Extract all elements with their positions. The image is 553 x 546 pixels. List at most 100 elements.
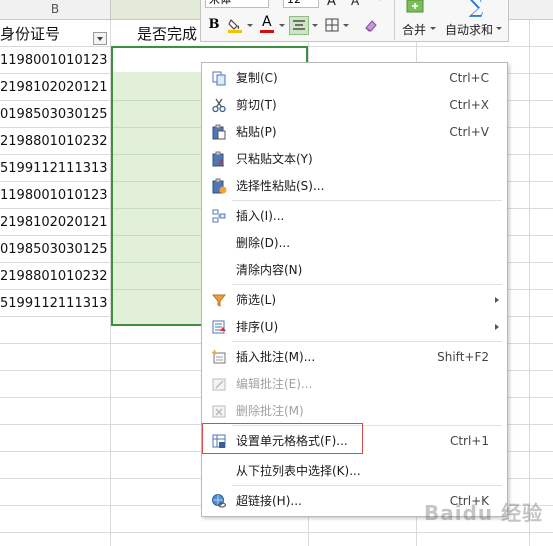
menu-item-delete[interactable]: 删除(D)... (202, 231, 507, 255)
menu-item-sort[interactable]: 排序(U) (202, 315, 507, 339)
menu-separator (232, 341, 502, 342)
menu-item-paste-special[interactable]: 选择性粘贴(S)... (202, 174, 507, 198)
menu-item-label: 选择性粘贴(S)... (236, 179, 325, 193)
delete-comment-icon (211, 403, 227, 419)
menu-item-label: 插入批注(M)... (236, 350, 316, 364)
menu-item-shortcut: Ctrl+1 (449, 434, 489, 448)
more-button[interactable] (371, 0, 384, 4)
chevron-down-icon[interactable] (247, 24, 253, 27)
menu-item-edit-comment: 编辑批注(E)... (202, 372, 507, 396)
highlight-annotation (202, 423, 363, 454)
id-cell[interactable]: 2198102020121 (0, 74, 108, 101)
filter-icon (211, 292, 227, 308)
menu-item-shortcut: Ctrl+C (449, 71, 489, 85)
align-center-button[interactable] (289, 16, 309, 35)
id-cell[interactable]: 0198503030125 (0, 101, 108, 128)
chevron-down-icon[interactable] (343, 24, 349, 27)
borders-button[interactable] (324, 17, 340, 33)
menu-item-filter[interactable]: 筛选(L) (202, 288, 507, 312)
status-column-header-cell[interactable]: 是否完成 (137, 20, 207, 48)
menu-item-label: 清除内容(N) (236, 263, 303, 277)
eraser-icon (365, 20, 377, 32)
chevron-down-icon[interactable] (312, 24, 318, 27)
menu-item-insert-comment[interactable]: 插入批注(M)... Shift+F2 (202, 345, 507, 369)
menu-item-label: 超链接(H)... (236, 494, 302, 508)
menu-item-label: 粘贴(P) (236, 125, 277, 139)
paste-text-icon: A (211, 151, 227, 169)
grid-line (529, 20, 530, 546)
chevron-down-icon[interactable] (496, 27, 502, 30)
svg-text:A: A (218, 159, 225, 167)
menu-item-insert[interactable]: 插入(I)... (202, 204, 507, 228)
clear-format-button[interactable] (363, 17, 379, 33)
menu-separator (232, 485, 502, 486)
id-column-header-cell[interactable]: 身份证号 (0, 20, 92, 48)
mini-format-toolbar: 宋体 12 A A B A (200, 0, 509, 42)
menu-item-label: 复制(C) (236, 71, 278, 85)
watermark-logo: Baidu 经验 (424, 501, 544, 525)
sparkle-icon (378, 0, 380, 1)
menu-item-clear-contents[interactable]: 清除内容(N) (202, 258, 507, 282)
menu-item-label: 编辑批注(E)... (236, 377, 313, 391)
chevron-right-icon (495, 297, 499, 303)
font-size-combo[interactable]: 12 (283, 0, 319, 8)
chevron-down-icon[interactable] (279, 24, 285, 27)
menu-item-copy[interactable]: 复制(C) Ctrl+C (202, 66, 507, 90)
paint-bucket-icon (228, 19, 242, 33)
filter-dropdown-button[interactable] (93, 32, 107, 45)
grid-line (0, 532, 553, 533)
cut-icon (211, 97, 227, 113)
merge-cells-icon (406, 0, 424, 14)
insert-comment-icon (211, 349, 227, 365)
menu-item-pick-from-list[interactable]: 从下拉列表中选择(K)... (202, 459, 507, 483)
menu-item-delete-comment: 删除批注(M) (202, 399, 507, 423)
menu-separator (232, 284, 502, 285)
bold-button[interactable]: B (206, 17, 222, 33)
menu-item-label: 筛选(L) (236, 293, 277, 307)
column-header-b[interactable]: B (0, 0, 111, 20)
chevron-down-icon[interactable] (430, 27, 436, 30)
id-cell[interactable]: 5199112111313 (0, 290, 108, 317)
copy-icon (211, 70, 227, 86)
menu-item-cut[interactable]: 剪切(T) Ctrl+X (202, 93, 507, 117)
autosum-button[interactable]: 自动求和 (445, 21, 493, 38)
paste-special-icon (211, 178, 227, 194)
menu-item-shortcut: Shift+F2 (437, 350, 489, 364)
id-cell[interactable]: 5199112111313 (0, 155, 108, 182)
insert-icon (211, 208, 227, 224)
id-cell[interactable]: 2198801010232 (0, 263, 108, 290)
fill-color-button[interactable] (227, 17, 243, 33)
toolbar-separator (394, 0, 395, 40)
menu-item-shortcut: Ctrl+X (449, 98, 489, 112)
hyperlink-icon (211, 493, 227, 509)
menu-item-label: 剪切(T) (236, 98, 277, 112)
menu-item-label: 只粘贴文本(Y) (236, 152, 313, 166)
sigma-icon: ∑ (468, 0, 484, 18)
chevron-right-icon (495, 324, 499, 330)
id-cell[interactable]: 2198102020121 (0, 209, 108, 236)
menu-item-label: 删除(D)... (236, 236, 291, 250)
borders-icon (325, 18, 339, 32)
menu-item-label: 排序(U) (236, 320, 279, 334)
id-cell[interactable]: 1198001010123 (0, 47, 108, 74)
font-color-button[interactable]: A (259, 14, 275, 33)
menu-item-paste-text[interactable]: A 只粘贴文本(Y) (202, 147, 507, 171)
font-color-letter: A (262, 14, 272, 30)
menu-item-shortcut: Ctrl+V (449, 125, 489, 139)
id-cell[interactable]: 1198001010123 (0, 182, 108, 209)
grow-font-button[interactable]: A (327, 0, 336, 9)
paste-icon (211, 124, 227, 140)
font-name-combo[interactable]: 宋体 (205, 0, 269, 8)
id-cell[interactable]: 0198503030125 (0, 236, 108, 263)
menu-item-label: 从下拉列表中选择(K)... (236, 464, 361, 478)
menu-item-paste[interactable]: 粘贴(P) Ctrl+V (202, 120, 507, 144)
id-cell[interactable]: 2198801010232 (0, 128, 108, 155)
menu-item-label: 插入(I)... (236, 209, 285, 223)
shrink-font-button[interactable]: A (351, 0, 359, 8)
menu-separator (232, 200, 502, 201)
sort-icon (211, 319, 227, 335)
align-center-icon (293, 20, 305, 30)
merge-button[interactable]: 合并 (402, 21, 426, 38)
font-color-bar (260, 30, 274, 33)
edit-comment-icon (211, 376, 227, 392)
